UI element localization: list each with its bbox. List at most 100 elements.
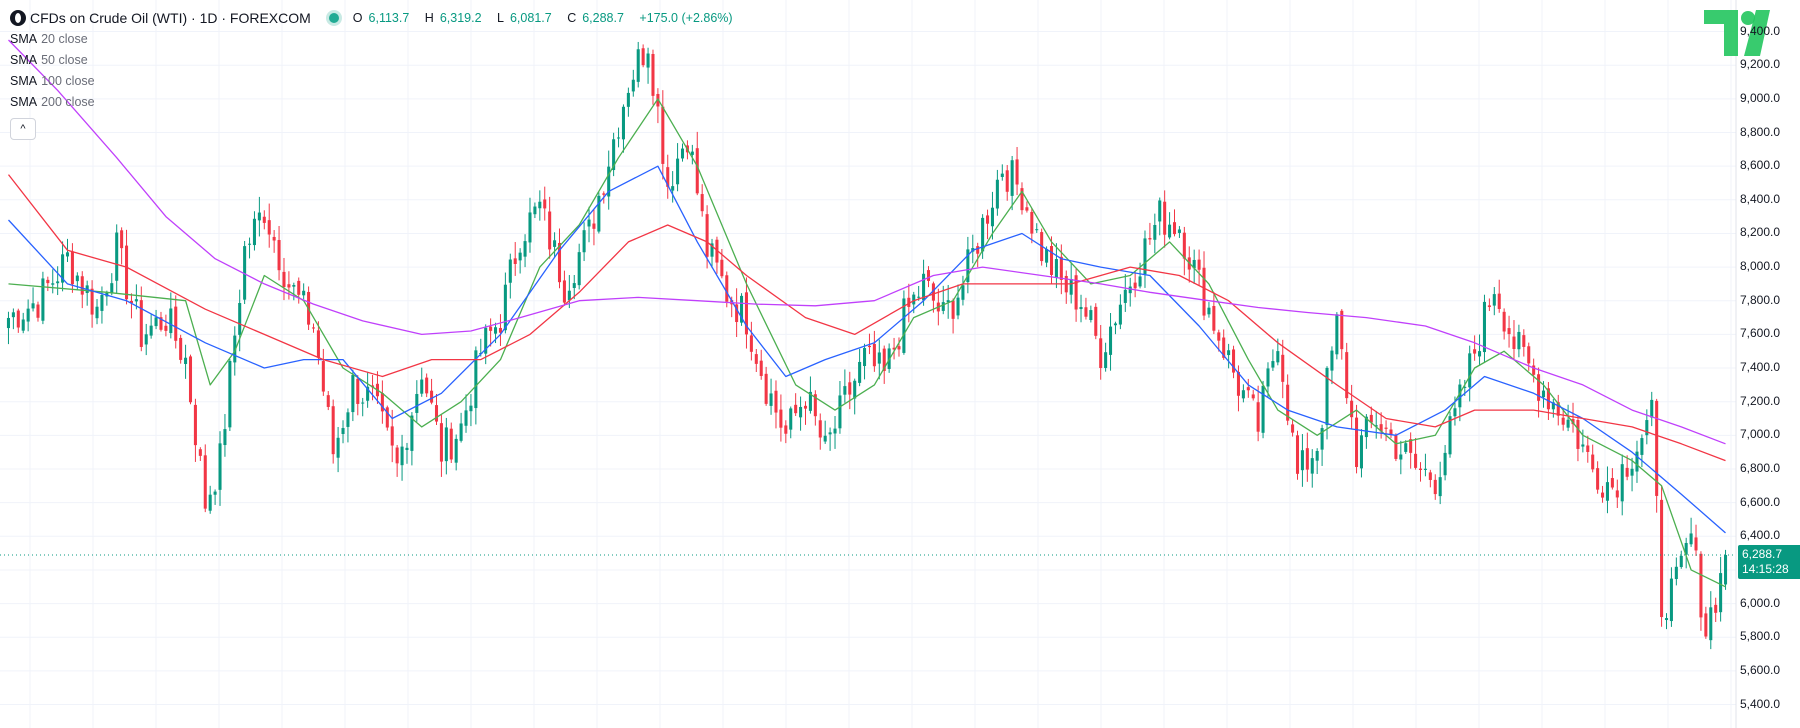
candle-310 xyxy=(1532,358,1536,383)
candle-252 xyxy=(1246,378,1250,398)
candle-290 xyxy=(1433,474,1437,500)
candle-11 xyxy=(61,241,65,292)
candle-149 xyxy=(740,293,744,326)
candle-45 xyxy=(228,359,232,432)
candle-346 xyxy=(1709,591,1713,650)
candle-65 xyxy=(326,391,330,411)
candle-134 xyxy=(666,154,670,199)
candle-104 xyxy=(518,248,522,274)
price-axis-label-14: 6,600.0 xyxy=(1740,494,1781,509)
candle-173 xyxy=(858,348,862,387)
candle-224 xyxy=(1109,312,1113,371)
candle-239 xyxy=(1182,226,1186,276)
candle-289 xyxy=(1428,469,1432,488)
candle-213 xyxy=(1054,243,1058,289)
candle-222 xyxy=(1099,325,1103,380)
indicator-sma-200[interactable]: SMA 200 close xyxy=(10,91,739,112)
candle-215 xyxy=(1064,270,1068,304)
candle-307 xyxy=(1517,324,1521,358)
candle-37 xyxy=(188,354,193,405)
candle-168 xyxy=(833,416,837,449)
candle-88 xyxy=(439,414,443,477)
price-axis-label-13: 6,800.0 xyxy=(1740,460,1781,475)
candle-274 xyxy=(1355,404,1359,474)
last-price-tag: 6,288.7 14:15:28 xyxy=(1738,545,1800,580)
candle-248 xyxy=(1227,343,1231,369)
candle-152 xyxy=(754,348,758,373)
candle-295 xyxy=(1458,379,1462,422)
ohlc-high: H 6,319.2 xyxy=(424,11,482,25)
candle-29 xyxy=(149,314,153,339)
candle-0 xyxy=(6,311,10,345)
candle-53 xyxy=(267,203,271,248)
candle-188 xyxy=(931,281,935,313)
market-status-icon[interactable] xyxy=(328,13,339,23)
candle-151 xyxy=(749,321,753,361)
price-axis-label-20: 5,400.0 xyxy=(1740,696,1781,711)
indicator-sma-100[interactable]: SMA 100 close xyxy=(10,70,739,91)
candle-6 xyxy=(36,301,40,322)
sma-line-50 xyxy=(8,165,1726,534)
candle-254 xyxy=(1256,385,1260,442)
candle-197 xyxy=(976,242,980,268)
candle-71 xyxy=(356,375,360,416)
candle-59 xyxy=(297,277,301,304)
candle-325 xyxy=(1605,466,1609,514)
candle-80 xyxy=(400,434,404,481)
candle-243 xyxy=(1202,251,1206,321)
candle-280 xyxy=(1384,420,1388,442)
candle-192 xyxy=(951,298,955,334)
candle-28 xyxy=(144,323,148,356)
candle-67 xyxy=(336,426,340,473)
candle-120 xyxy=(597,192,601,234)
candle-148 xyxy=(735,288,739,338)
candle-30 xyxy=(154,309,158,330)
candle-119 xyxy=(592,209,596,246)
candle-220 xyxy=(1089,305,1093,323)
candle-271 xyxy=(1340,309,1344,360)
price-axis-label-3: 8,800.0 xyxy=(1740,124,1781,139)
candle-339 xyxy=(1674,557,1678,586)
candle-118 xyxy=(587,206,591,243)
candle-306 xyxy=(1512,320,1516,361)
candle-207 xyxy=(1025,201,1029,213)
candle-305 xyxy=(1507,315,1511,348)
candle-91 xyxy=(454,434,458,471)
candle-56 xyxy=(282,257,286,301)
candle-153 xyxy=(759,349,763,380)
candle-315 xyxy=(1556,394,1560,426)
candle-9 xyxy=(51,269,55,294)
candle-178 xyxy=(882,345,886,384)
candle-32 xyxy=(164,314,168,337)
candle-199 xyxy=(986,209,990,240)
sma-line-100 xyxy=(7,174,1726,462)
candle-223 xyxy=(1104,342,1108,372)
candle-44 xyxy=(223,414,227,457)
indicator-sma-20[interactable]: SMA 20 close xyxy=(10,28,739,49)
candle-302 xyxy=(1492,287,1496,316)
candle-110 xyxy=(548,196,552,259)
candle-176 xyxy=(872,330,876,372)
candle-62 xyxy=(311,323,316,333)
candle-208 xyxy=(1030,208,1034,244)
symbol-title[interactable]: CFDs on Crude Oil (WTI) · 1D · FOREXCOM xyxy=(30,10,311,26)
candle-343 xyxy=(1694,524,1698,556)
candle-90 xyxy=(449,422,453,464)
ohlc-low: L 6,081.7 xyxy=(497,11,552,25)
sma-line-20 xyxy=(8,98,1726,588)
candle-3 xyxy=(21,312,25,334)
candle-299 xyxy=(1478,334,1482,366)
indicator-sma-50[interactable]: SMA 50 close xyxy=(10,49,739,70)
candle-259 xyxy=(1281,339,1285,399)
collapse-legend-button[interactable]: ^ xyxy=(10,118,36,140)
candle-195 xyxy=(966,236,970,294)
candle-203 xyxy=(1005,165,1009,201)
candle-57 xyxy=(287,271,291,300)
candle-164 xyxy=(813,390,817,426)
candle-92 xyxy=(459,412,463,443)
price-axis-label-2: 9,000.0 xyxy=(1740,90,1781,105)
candle-278 xyxy=(1374,410,1378,439)
candle-68 xyxy=(341,420,345,444)
candle-308 xyxy=(1522,329,1526,357)
candle-327 xyxy=(1615,479,1619,509)
